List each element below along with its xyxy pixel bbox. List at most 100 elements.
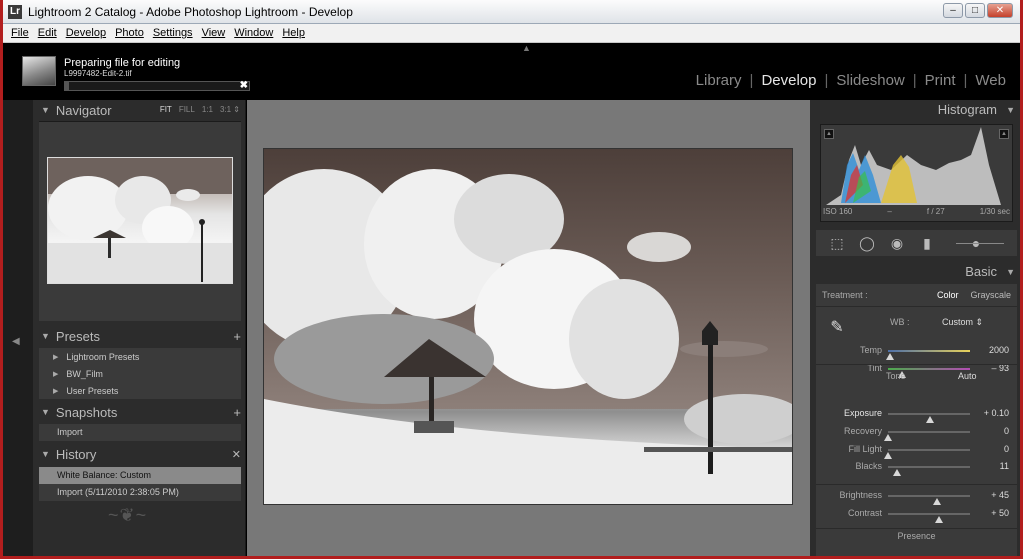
maximize-button[interactable]: □: [965, 3, 985, 18]
lightroom-window: Lr Lightroom 2 Catalog - Adobe Photoshop…: [0, 0, 1023, 559]
spot-removal-icon[interactable]: ◯: [856, 233, 878, 253]
adjustment-brush-icon[interactable]: ●: [946, 233, 1006, 253]
collapse-triangle-icon[interactable]: ▼: [41, 331, 50, 341]
add-preset-icon[interactable]: +: [233, 329, 241, 344]
slider-track[interactable]: [888, 413, 970, 423]
slider-value[interactable]: + 45: [991, 490, 1009, 500]
slider-thumb[interactable]: [933, 498, 942, 505]
slider-value[interactable]: 0: [1004, 444, 1009, 454]
treatment-color-button[interactable]: Color: [931, 290, 965, 300]
slider-thumb[interactable]: [886, 353, 895, 360]
graduated-filter-icon[interactable]: ▮: [916, 233, 938, 253]
slider-track[interactable]: [884, 431, 970, 441]
menu-help[interactable]: Help: [282, 27, 305, 39]
left-panel-toggle-icon[interactable]: ◀: [12, 336, 20, 347]
slider-thumb[interactable]: [884, 434, 892, 441]
slider-blacks[interactable]: Blacks 11: [816, 458, 1017, 476]
slider-track[interactable]: [886, 350, 970, 360]
slider-contrast[interactable]: Contrast + 50: [816, 505, 1017, 523]
highlight-clipping-icon[interactable]: ▲: [999, 129, 1009, 139]
slider-thumb[interactable]: [925, 416, 934, 423]
expand-triangle-icon[interactable]: ▶: [53, 370, 58, 378]
app-icon: Lr: [8, 4, 22, 19]
menu-file[interactable]: File: [11, 27, 29, 39]
module-library[interactable]: Library: [691, 72, 747, 89]
preset-folder-label: Lightroom Presets: [66, 351, 140, 362]
slider-track[interactable]: [888, 495, 970, 505]
expand-triangle-icon[interactable]: ▶: [53, 387, 58, 395]
main-photo[interactable]: [263, 148, 793, 505]
history-header[interactable]: ▼ History ✕: [33, 444, 246, 464]
panel-end-ornament-icon: ~❦~: [108, 505, 148, 525]
slider-thumb[interactable]: [934, 516, 943, 523]
slider-value[interactable]: 2000: [989, 345, 1009, 355]
top-panel-toggle-icon[interactable]: ▲: [522, 43, 531, 53]
navigator-photo-art: [48, 158, 232, 283]
zoom-fill[interactable]: FILL: [179, 105, 195, 114]
preset-folder[interactable]: ▶ User Presets: [39, 382, 241, 399]
menu-edit[interactable]: Edit: [38, 27, 57, 39]
minimize-button[interactable]: –: [943, 3, 963, 18]
navigator-header[interactable]: ▼ Navigator FIT FILL 1:1 3:1 ⇕: [33, 100, 246, 120]
snapshot-item[interactable]: Import: [39, 424, 241, 441]
slider-temp[interactable]: Temp 2000: [816, 342, 1017, 360]
collapse-triangle-icon[interactable]: ▼: [1006, 100, 1015, 120]
close-button[interactable]: ✕: [987, 3, 1013, 18]
cancel-progress-icon[interactable]: ✖: [240, 80, 248, 91]
module-web[interactable]: Web: [970, 72, 1011, 89]
zoom-3-1[interactable]: 3:1 ⇕: [220, 105, 240, 114]
slider-exposure[interactable]: Exposure + 0.10: [816, 405, 1017, 423]
histogram-header[interactable]: Histogram ▼: [810, 100, 1020, 120]
module-develop[interactable]: Develop: [756, 72, 821, 89]
slider-track[interactable]: [888, 466, 970, 476]
red-eye-icon[interactable]: ◉: [886, 233, 908, 253]
zoom-1-1[interactable]: 1:1: [202, 105, 213, 114]
collapse-triangle-icon[interactable]: ▼: [41, 449, 50, 459]
collapse-triangle-icon[interactable]: ▼: [41, 407, 50, 417]
slider-value[interactable]: + 0.10: [984, 408, 1009, 418]
slider-recovery[interactable]: Recovery 0: [816, 423, 1017, 441]
snapshots-header[interactable]: ▼ Snapshots +: [33, 402, 246, 422]
aperture-value: f / 27: [926, 207, 945, 216]
crop-overlay-icon[interactable]: ⬚: [826, 233, 848, 253]
basic-header[interactable]: Basic ▼: [810, 262, 1020, 282]
menu-develop[interactable]: Develop: [66, 27, 106, 39]
histogram-label: Histogram: [937, 102, 997, 117]
slider-track[interactable]: [884, 449, 970, 459]
clear-history-icon[interactable]: ✕: [232, 448, 241, 461]
shadow-clipping-icon[interactable]: ▲: [824, 129, 834, 139]
treatment-grayscale-button[interactable]: Grayscale: [964, 290, 1017, 300]
image-canvas[interactable]: [247, 100, 810, 556]
presets-header[interactable]: ▼ Presets +: [33, 326, 246, 346]
menu-settings[interactable]: Settings: [153, 27, 193, 39]
collapse-triangle-icon[interactable]: ▼: [41, 105, 50, 115]
menu-view[interactable]: View: [202, 27, 226, 39]
slider-fill-light[interactable]: Fill Light 0: [816, 441, 1017, 459]
left-panel-edge: ◀: [3, 100, 33, 556]
slider-value[interactable]: 0: [1004, 426, 1009, 436]
history-item[interactable]: Import (5/11/2010 2:38:05 PM): [39, 484, 241, 501]
add-snapshot-icon[interactable]: +: [233, 405, 241, 420]
snapshots-label: Snapshots: [55, 404, 118, 420]
preset-folder[interactable]: ▶ Lightroom Presets: [39, 348, 241, 365]
navigator-preview-image[interactable]: [47, 157, 233, 284]
presence-label[interactable]: Presence: [816, 531, 1017, 541]
expand-triangle-icon[interactable]: ▶: [53, 353, 58, 361]
history-item-selected[interactable]: White Balance: Custom: [39, 467, 241, 484]
slider-thumb[interactable]: [893, 469, 902, 476]
eyedropper-icon[interactable]: ✎: [824, 315, 850, 341]
module-print[interactable]: Print: [920, 72, 961, 89]
menu-window[interactable]: Window: [234, 27, 273, 39]
zoom-fit[interactable]: FIT: [160, 105, 172, 114]
title-bar[interactable]: Lr Lightroom 2 Catalog - Adobe Photoshop…: [3, 0, 1020, 24]
module-slideshow[interactable]: Slideshow: [831, 72, 909, 89]
slider-value[interactable]: 11: [1000, 461, 1009, 471]
slider-brightness[interactable]: Brightness + 45: [816, 487, 1017, 505]
preset-folder[interactable]: ▶ BW_Film: [39, 365, 241, 382]
collapse-triangle-icon[interactable]: ▼: [1006, 262, 1015, 282]
slider-value[interactable]: + 50: [991, 508, 1009, 518]
menu-photo[interactable]: Photo: [115, 27, 144, 39]
auto-tone-button[interactable]: Auto: [958, 371, 977, 381]
wb-select[interactable]: Custom ⇕: [942, 317, 983, 328]
slider-track[interactable]: [888, 513, 970, 523]
